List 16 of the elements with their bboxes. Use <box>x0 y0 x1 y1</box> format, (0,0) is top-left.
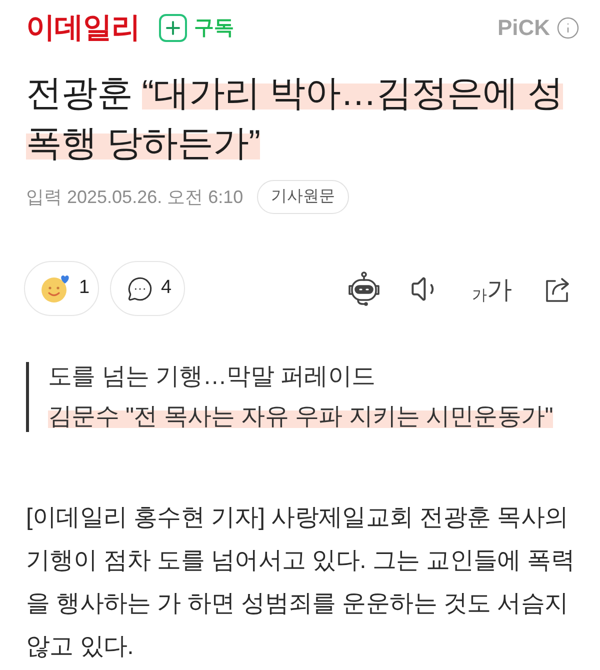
article-body-paragraph: [이데일리 홍수현 기자] 사랑제일교회 전광훈 목사의 기행이 점차 도를 넘어서고 있다. 그는 교인들에 폭력을 행사하는 가 하면 성범죄를 운운하는 것도 서슴지 않고 있다. <box>26 503 576 662</box>
subheading: 도를 넘는 기행…막말 퍼레이드 <box>48 362 376 392</box>
published-date: 입력 2025.05.26. 오전 6:10 <box>26 186 244 208</box>
info-icon <box>556 16 580 40</box>
font-size-button[interactable]: 가가 <box>468 268 516 308</box>
robot-icon <box>346 270 382 306</box>
comment-button[interactable]: 4 <box>110 261 185 316</box>
quote-bar <box>26 362 29 432</box>
original-article-button[interactable]: 기사원문 <box>257 180 350 214</box>
pick-label: PiCK <box>497 17 550 39</box>
reaction-button[interactable]: 1 <box>24 261 99 316</box>
plus-icon <box>159 14 187 42</box>
comment-icon <box>127 276 153 302</box>
smiley-heart-icon <box>41 274 71 304</box>
news-logo[interactable]: 이데일리 <box>26 14 140 42</box>
info-button[interactable] <box>556 16 580 40</box>
